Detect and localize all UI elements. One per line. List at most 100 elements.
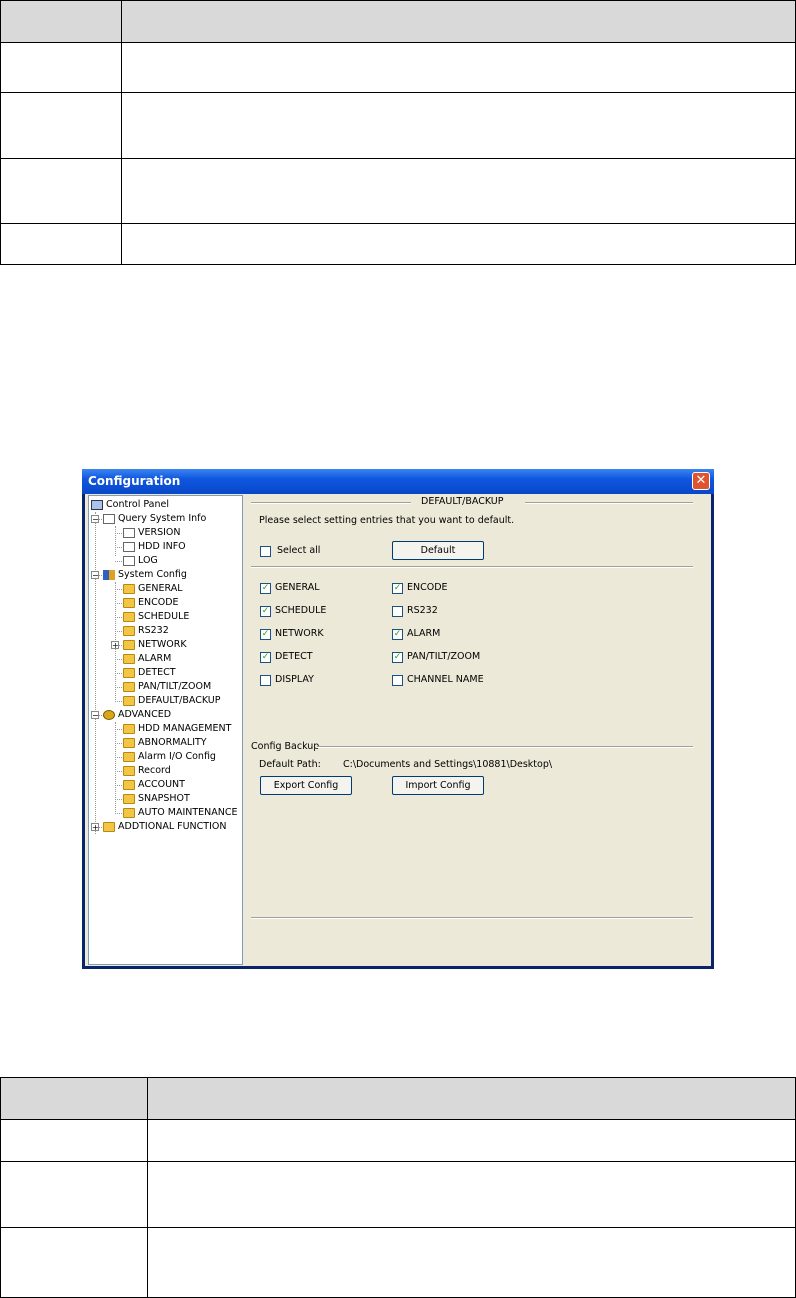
collapse-icon[interactable]: − — [91, 571, 99, 580]
tree-item[interactable]: Control Panel — [91, 498, 169, 512]
table-cell — [147, 1161, 796, 1228]
tree-item[interactable]: ADVANCED — [103, 708, 171, 722]
collapse-icon[interactable]: − — [91, 515, 99, 524]
tree-item[interactable]: SNAPSHOT — [123, 792, 190, 806]
folder-icon — [123, 723, 135, 734]
option-checkbox[interactable]: ✓ — [260, 652, 271, 663]
tree-connector — [95, 512, 96, 834]
collapse-icon[interactable]: − — [91, 711, 99, 720]
tree-item[interactable]: LOG — [123, 554, 158, 568]
tree-item[interactable]: ABNORMALITY — [123, 736, 207, 750]
default-button[interactable]: Default — [392, 541, 484, 560]
option-checkbox[interactable]: ✓ — [392, 652, 403, 663]
close-button[interactable]: ✕ — [692, 472, 710, 490]
table-cell — [0, 1227, 148, 1298]
tree-item[interactable]: HDD INFO — [123, 540, 186, 554]
separator — [251, 566, 693, 568]
tree-connector — [115, 785, 122, 786]
select-all-checkbox[interactable] — [260, 546, 271, 557]
tree-item[interactable]: NETWORK — [123, 638, 187, 652]
option-checkbox[interactable]: ✓ — [260, 606, 271, 617]
option-label: CHANNEL NAME — [407, 674, 484, 685]
option-checkbox[interactable] — [260, 675, 271, 686]
navigation-tree[interactable]: Control Panel Query System Info VERSION HDD… — [88, 495, 243, 965]
tree-connector — [115, 617, 122, 618]
tree-connector — [115, 526, 116, 556]
document-table-bottom — [0, 1077, 796, 1298]
tree-item-label: LOG — [138, 555, 158, 566]
tree-item[interactable]: ENCODE — [123, 596, 179, 610]
tree-item-label: ALARM — [138, 653, 172, 664]
tree-connector — [115, 631, 122, 632]
tree-item-label: ENCODE — [138, 597, 179, 608]
option-label: DETECT — [275, 651, 313, 662]
note-icon — [123, 541, 135, 552]
tree-connector — [115, 533, 122, 534]
tree-item-label: ABNORMALITY — [138, 737, 207, 748]
table-cell — [121, 42, 796, 93]
table-cell — [0, 92, 122, 159]
default-path-label: Default Path: — [259, 759, 321, 770]
folder-icon — [123, 583, 135, 594]
default-backup-panel: DEFAULT/BACKUP Please select setting ent… — [245, 494, 711, 966]
tree-item-label: ADVANCED — [118, 709, 172, 720]
close-icon: ✕ — [695, 473, 707, 488]
tree-item[interactable]: RS232 — [123, 624, 169, 638]
option-checkbox[interactable]: ✓ — [260, 629, 271, 640]
expand-icon[interactable]: + — [111, 641, 119, 650]
option-checkbox[interactable] — [392, 675, 403, 686]
tree-item-label: PAN/TILT/ZOOM — [138, 681, 212, 692]
tree-item[interactable]: ALARM — [123, 652, 171, 666]
table-cell — [0, 158, 122, 224]
tree-connector — [115, 757, 122, 758]
tree-item-label: AUTO MAINTENANCE — [138, 807, 238, 818]
tree-item[interactable]: AUTO MAINTENANCE — [123, 806, 238, 820]
separator — [525, 502, 693, 504]
tree-item[interactable]: DETECT — [123, 666, 176, 680]
table-header-cell — [0, 0, 122, 43]
folder-icon — [123, 751, 135, 762]
option-label: GENERAL — [275, 582, 320, 593]
tree-connector — [115, 722, 116, 814]
tree-connector — [115, 561, 122, 562]
tree-connector — [115, 547, 122, 548]
folder-icon — [123, 765, 135, 776]
separator — [317, 746, 693, 748]
table-header-cell — [147, 1077, 796, 1120]
tree-item[interactable]: ADDTIONAL FUNCTION — [103, 820, 226, 834]
option-label: NETWORK — [275, 628, 324, 639]
tree-item-label: GENERAL — [138, 583, 183, 594]
tree-item[interactable]: Alarm I/O Config — [123, 750, 216, 764]
tree-item-label: Record — [138, 765, 171, 776]
title-bar[interactable]: Configuration ✕ — [82, 469, 714, 494]
table-header-cell — [121, 0, 796, 43]
option-checkbox[interactable]: ✓ — [392, 583, 403, 594]
tree-item[interactable]: Query System Info — [103, 512, 206, 526]
folder-icon — [123, 625, 135, 636]
table-cell — [0, 42, 122, 93]
tree-item[interactable]: GENERAL — [123, 582, 182, 596]
option-checkbox[interactable] — [392, 606, 403, 617]
tree-item-label: VERSION — [138, 527, 181, 538]
expand-icon[interactable]: + — [91, 823, 99, 832]
tree-connector — [115, 743, 122, 744]
tree-item[interactable]: PAN/TILT/ZOOM — [123, 680, 211, 694]
tree-item[interactable]: SCHEDULE — [123, 610, 189, 624]
option-label: ENCODE — [407, 582, 448, 593]
table-cell — [0, 1119, 148, 1162]
select-all-label: Select all — [277, 545, 321, 556]
option-checkbox[interactable]: ✓ — [260, 583, 271, 594]
tree-item[interactable]: VERSION — [123, 526, 181, 540]
folder-icon — [123, 667, 135, 678]
tree-item-label: Control Panel — [106, 499, 169, 510]
tree-item[interactable]: System Config — [103, 568, 187, 582]
export-config-button[interactable]: Export Config — [260, 776, 352, 795]
option-checkbox[interactable]: ✓ — [392, 629, 403, 640]
import-config-button[interactable]: Import Config — [392, 776, 484, 795]
tree-item[interactable]: DEFAULT/BACKUP — [123, 694, 221, 708]
tree-item[interactable]: Record — [123, 764, 171, 778]
tree-item-label: DEFAULT/BACKUP — [138, 695, 221, 706]
tree-item-label: NETWORK — [138, 639, 187, 650]
tree-item[interactable]: HDD MANAGEMENT — [123, 722, 231, 736]
tree-item[interactable]: ACCOUNT — [123, 778, 185, 792]
